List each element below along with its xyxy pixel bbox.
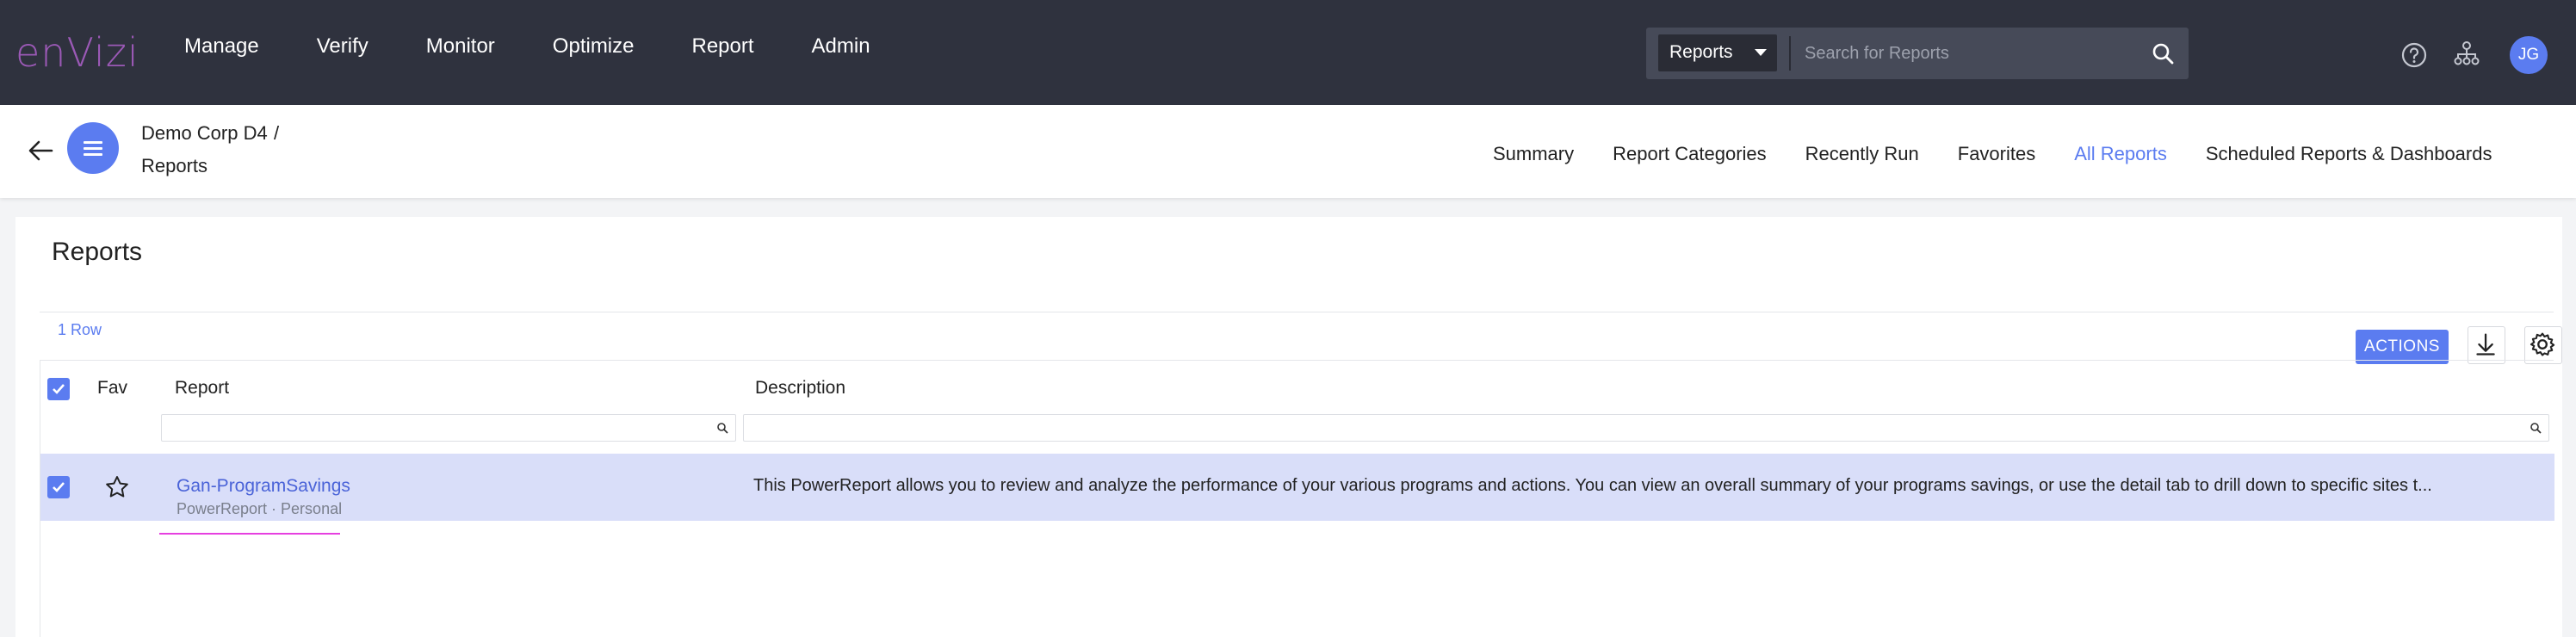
tab-favorites[interactable]: Favorites [1958, 143, 2035, 165]
highlight-underline [159, 533, 340, 535]
gear-icon [2530, 332, 2555, 356]
search-scope-value: Reports [1669, 42, 1733, 62]
search-divider [1789, 36, 1791, 71]
row-count: 1 Row [58, 321, 102, 338]
tab-scheduled-reports[interactable]: Scheduled Reports & Dashboards [2206, 143, 2492, 165]
nav-monitor[interactable]: Monitor [426, 34, 495, 59]
report-tabs: Summary Report Categories Recently Run F… [1493, 143, 2530, 165]
table-row[interactable]: Gan-ProgramSavings PowerReport · Persona… [40, 454, 2554, 521]
download-icon [2476, 333, 2495, 356]
chevron-down-icon [1755, 49, 1767, 56]
report-description: This PowerReport allows you to review an… [753, 476, 2432, 495]
envizi-logo[interactable]: enVizi [15, 29, 139, 76]
tab-report-categories[interactable]: Report Categories [1613, 143, 1767, 165]
settings-button[interactable] [2524, 326, 2562, 364]
reports-panel: Reports 1 Row ACTIONS Fav Report Descrip… [15, 217, 2562, 637]
page-title: Reports [52, 238, 143, 266]
nav-report[interactable]: Report [691, 34, 753, 59]
actions-button[interactable]: ACTIONS [2356, 330, 2449, 364]
tab-summary[interactable]: Summary [1493, 143, 1574, 165]
reports-table: Fav Report Description Gan-ProgramSaving… [40, 360, 2554, 637]
menu-button[interactable] [67, 122, 119, 174]
row-checkbox[interactable] [47, 476, 70, 498]
report-meta: PowerReport · Personal [176, 500, 343, 517]
search-input[interactable] [1803, 38, 2087, 69]
report-filter-input[interactable] [161, 414, 736, 442]
org-chart-icon[interactable] [2453, 40, 2480, 67]
search-icon [717, 423, 728, 434]
column-header-description[interactable]: Description [755, 378, 845, 399]
nav-admin[interactable]: Admin [812, 34, 870, 59]
breadcrumb-parent[interactable]: Demo Corp D4 [141, 122, 268, 145]
help-icon[interactable] [2400, 41, 2428, 69]
global-search: Reports [1646, 28, 2189, 79]
breadcrumb-separator: / [274, 122, 280, 144]
back-arrow-icon[interactable] [26, 136, 55, 165]
search-scope-select[interactable]: Reports [1658, 34, 1777, 71]
column-header-fav[interactable]: Fav [97, 378, 127, 399]
tab-recently-run[interactable]: Recently Run [1805, 143, 1919, 165]
report-name-link[interactable]: Gan-ProgramSavings [176, 476, 350, 497]
main-nav: Manage Verify Monitor Optimize Report Ad… [184, 34, 928, 59]
breadcrumb-current: Reports [141, 155, 208, 176]
download-button[interactable] [2468, 326, 2505, 364]
grid-toolbar: 1 Row ACTIONS [40, 312, 2562, 364]
search-icon[interactable] [2151, 41, 2175, 65]
menu-icon [84, 141, 102, 144]
page-header: Demo Corp D4 / Reports Summary Report Ca… [0, 105, 2576, 198]
top-navbar: enVizi Manage Verify Monitor Optimize Re… [0, 0, 2576, 105]
column-header-report[interactable]: Report [175, 378, 229, 399]
check-icon [53, 384, 65, 394]
user-avatar[interactable]: JG [2510, 36, 2548, 74]
check-icon [53, 482, 65, 492]
select-all-checkbox[interactable] [47, 378, 70, 400]
nav-optimize[interactable]: Optimize [553, 34, 635, 59]
description-filter-input[interactable] [743, 414, 2549, 442]
star-icon[interactable] [104, 474, 130, 500]
tab-all-reports[interactable]: All Reports [2074, 143, 2167, 165]
search-icon [2530, 423, 2542, 434]
nav-manage[interactable]: Manage [184, 34, 259, 59]
nav-verify[interactable]: Verify [317, 34, 368, 59]
